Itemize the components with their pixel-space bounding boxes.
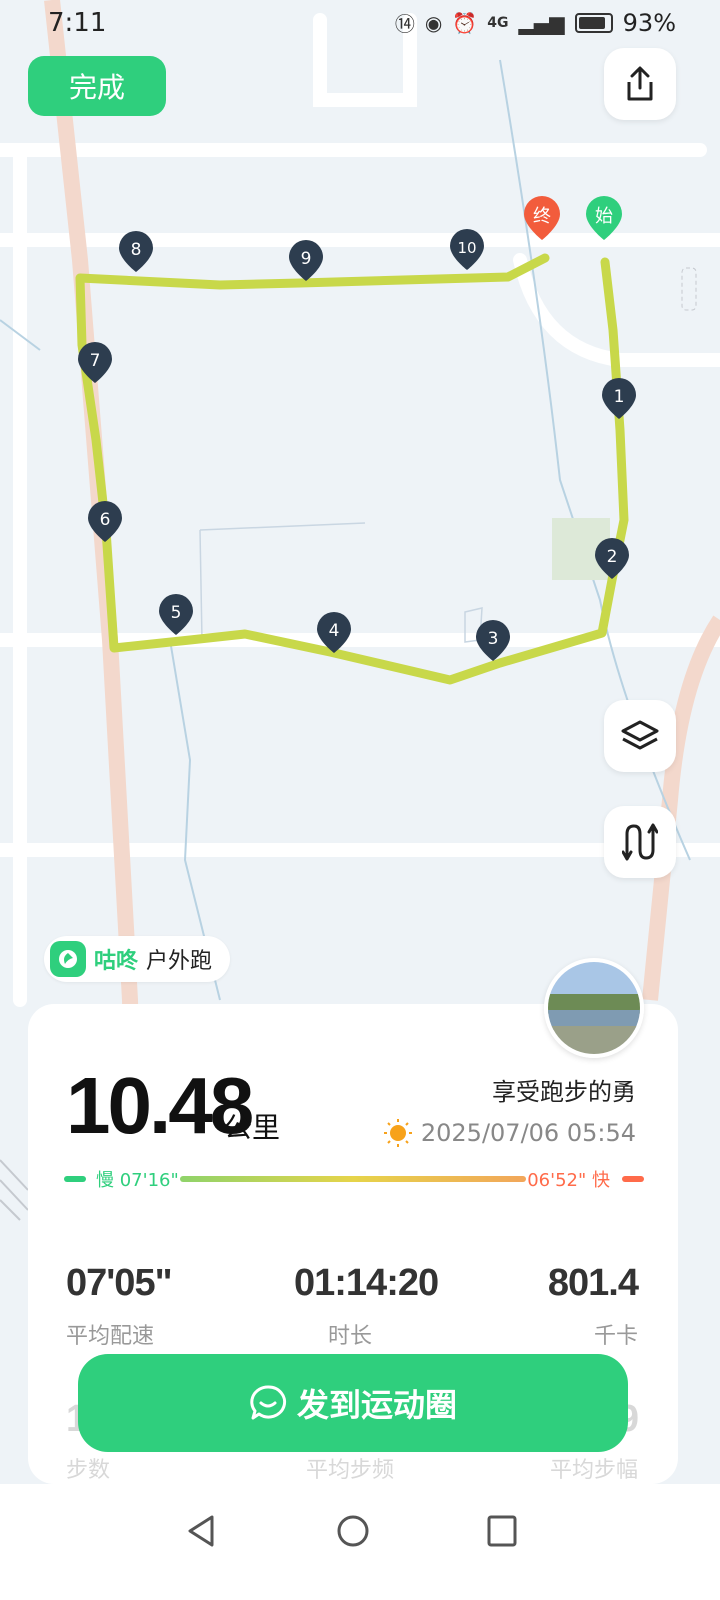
sun-icon <box>383 1119 412 1147</box>
layers-icon <box>621 720 659 750</box>
alarm-icon: ⏰ <box>452 10 478 35</box>
route-icon <box>622 823 658 861</box>
svg-text:9: 9 <box>301 249 312 269</box>
svg-text:5: 5 <box>171 603 182 623</box>
pace-slow-label: 慢 07'16" <box>96 1170 179 1191</box>
svg-text:1: 1 <box>614 387 625 407</box>
status-indicators: ⑭ ◉ ⏰ 4G ▂▄▆ 93% <box>395 8 676 37</box>
avatar[interactable] <box>544 958 644 1058</box>
eye-icon: ◉ <box>424 10 443 35</box>
pace-fast-label: 06'52" 快 <box>527 1170 610 1191</box>
network-label: 4G <box>487 14 509 31</box>
pace-range-bar: 慢 07'16" 06'52" 快 <box>64 1166 644 1192</box>
battery-icon <box>574 12 613 33</box>
svg-text:8: 8 <box>131 240 142 260</box>
steps-label: 步数 <box>66 1458 111 1483</box>
calories-label: 千卡 <box>593 1324 638 1349</box>
back-nav-icon[interactable] <box>186 1514 218 1548</box>
post-to-feed-button[interactable]: 发到运动圈 <box>78 1354 628 1452</box>
status-bar: 7:11 ⑭ ◉ ⏰ 4G ▂▄▆ 93% <box>0 0 720 48</box>
svg-text:2: 2 <box>607 547 618 567</box>
distance-unit: 公里 <box>224 1111 281 1144</box>
chat-bubble-icon <box>250 1385 287 1420</box>
codoon-logo-icon <box>50 941 86 977</box>
pace-gradient <box>180 1176 526 1182</box>
battery-level: 93% <box>622 8 676 37</box>
svg-text:4: 4 <box>329 621 340 641</box>
user-name: 享受跑步的勇 <box>492 1078 636 1106</box>
svg-text:10: 10 <box>457 239 476 257</box>
svg-text:始: 始 <box>595 206 613 227</box>
stride-label: 平均步幅 <box>549 1458 638 1483</box>
home-nav-icon[interactable] <box>336 1514 370 1548</box>
datetime-row: 2025/07/06 05:54 <box>383 1118 636 1148</box>
svg-text:7: 7 <box>90 351 101 371</box>
brand-name: 咕咚 <box>94 949 139 974</box>
activity-type: 户外跑 <box>146 949 213 974</box>
route-replay-button[interactable] <box>604 806 676 878</box>
pace-fast-swatch <box>622 1176 644 1182</box>
recents-nav-icon[interactable] <box>486 1514 518 1548</box>
system-nav-bar <box>0 1484 720 1600</box>
svg-text:终: 终 <box>533 206 551 227</box>
done-button[interactable]: 完成 <box>28 56 166 116</box>
cadence-label: 平均步频 <box>306 1458 395 1483</box>
avg-pace-value: 07'05" <box>66 1262 173 1304</box>
avg-pace-label: 平均配速 <box>66 1324 155 1349</box>
map-layers-button[interactable] <box>604 700 676 772</box>
svg-text:6: 6 <box>100 510 111 530</box>
duration-value: 01:14:20 <box>294 1262 439 1304</box>
calories-value: 801.4 <box>547 1262 639 1304</box>
duration-label: 时长 <box>328 1324 373 1349</box>
workout-datetime: 2025/07/06 05:54 <box>420 1119 636 1147</box>
status-time: 7:11 <box>48 8 107 38</box>
signal-icon: ▂▄▆ <box>518 10 565 35</box>
post-to-feed-label: 发到运动圈 <box>296 1386 457 1424</box>
svg-text:3: 3 <box>488 629 499 649</box>
brand-tag: 咕咚 户外跑 <box>44 936 231 982</box>
share-icon <box>627 66 653 101</box>
pace-slow-swatch <box>64 1176 86 1182</box>
share-button[interactable] <box>604 48 676 120</box>
data-saver-icon: ⑭ <box>394 12 415 36</box>
